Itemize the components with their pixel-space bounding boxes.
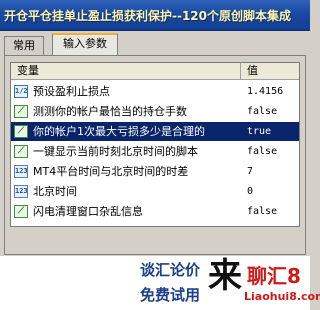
bool-icon: ⟋	[14, 125, 28, 138]
parameter-name: 闪电清理窗口杂乱信息	[33, 205, 143, 218]
bool-icon: ⟋	[14, 105, 28, 118]
parameter-row[interactable]: 1/2 预设盈利止损点 1.4156	[11, 82, 299, 101]
parameter-value[interactable]: 1.4156	[247, 82, 299, 101]
banner-url: Liaohui8.com	[244, 290, 320, 303]
int-icon: 123	[14, 185, 28, 198]
tab-common[interactable]: 常用	[4, 36, 44, 55]
parameter-value[interactable]: 0	[247, 182, 299, 201]
parameter-name: 一键显示当前时刻北京时间的脚本	[33, 145, 198, 158]
parameter-name: 测测你的帐户最恰当的持仓手数	[33, 105, 187, 118]
column-header-value[interactable]: 值	[241, 63, 299, 80]
banner-brand: 聊汇8	[247, 264, 301, 288]
parameter-row[interactable]: 123 北京时间 0	[11, 182, 299, 201]
parameter-name: MT4平台时间与北京时间的时差	[33, 165, 189, 178]
list-header: 变量 值	[11, 63, 299, 80]
banner-lai-glyph: 来	[208, 256, 242, 296]
parameters-list: 变量 值 1/2 预设盈利止损点 1.4156 ⟋ 测测你的帐户最恰当的持仓手数…	[10, 62, 300, 227]
parameter-row-selected[interactable]: ⟋ 你的帐户1次最大亏损多少是合理的 true	[11, 122, 299, 141]
watermark-banner: 谈汇论价 免费试用 来 聊汇8 Liaohui8.com	[0, 256, 320, 310]
parameter-value[interactable]: 7	[247, 162, 299, 181]
parameter-value[interactable]: true	[247, 122, 299, 141]
tab-input-parameters[interactable]: 输入参数	[52, 33, 118, 55]
title-bar: 开仓平仓挂单止盈止损获利保护--120个原创脚本集成	[0, 0, 310, 31]
parameter-value[interactable]: false	[247, 202, 299, 221]
parameter-row[interactable]: ⟋ 测测你的帐户最恰当的持仓手数 false	[11, 102, 299, 121]
int-icon: 123	[14, 165, 28, 178]
column-header-variable[interactable]: 变量	[11, 63, 241, 80]
parameter-name: 北京时间	[33, 185, 77, 198]
parameter-row[interactable]: 123 MT4平台时间与北京时间的时差 7	[11, 162, 299, 181]
parameter-value[interactable]: false	[247, 102, 299, 121]
banner-slogan-2: 免费试用	[140, 286, 201, 304]
parameter-name: 你的帐户1次最大亏损多少是合理的	[33, 125, 205, 138]
parameter-value[interactable]: false	[247, 142, 299, 161]
banner-slogan-1: 谈汇论价	[140, 261, 201, 279]
double-icon: 1/2	[14, 85, 28, 98]
parameter-row[interactable]: ⟋ 一键显示当前时刻北京时间的脚本 false	[11, 142, 299, 161]
bool-icon: ⟋	[14, 145, 28, 158]
bool-icon: ⟋	[14, 205, 28, 218]
tab-strip: 常用 输入参数	[4, 33, 306, 55]
parameter-row[interactable]: ⟋ 闪电清理窗口杂乱信息 false	[11, 202, 299, 221]
mt4-script-properties-window: 开仓平仓挂单止盈止损获利保护--120个原创脚本集成 常用 输入参数 变量 值 …	[0, 0, 320, 310]
window-title: 开仓平仓挂单止盈止损获利保护--120个原创脚本集成	[4, 9, 292, 23]
parameter-name: 预设盈利止损点	[33, 85, 110, 98]
